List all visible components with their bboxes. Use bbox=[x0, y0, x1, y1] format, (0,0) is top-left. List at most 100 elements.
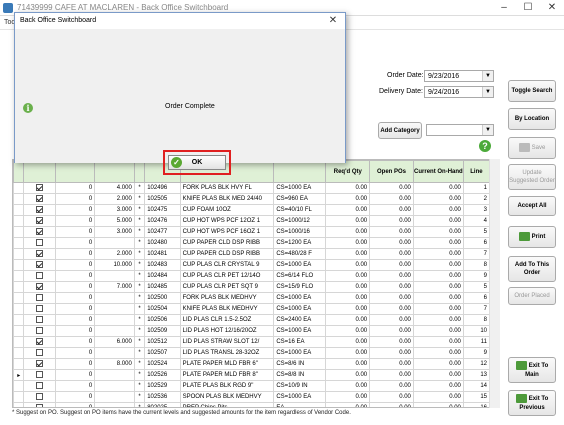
cell-req[interactable]: 0.00 bbox=[325, 336, 371, 348]
row-checkbox[interactable] bbox=[36, 217, 44, 225]
cell-qty[interactable] bbox=[94, 369, 135, 381]
cell-line[interactable]: 15 bbox=[462, 391, 491, 403]
cell-qty[interactable] bbox=[94, 303, 135, 315]
cell-desc[interactable]: LID PLAS CLR 1.5-2.5OZ bbox=[179, 314, 275, 326]
cell-line[interactable]: 12 bbox=[462, 358, 491, 370]
cell-line[interactable]: 6 bbox=[462, 237, 491, 249]
cell-star[interactable]: * bbox=[133, 193, 146, 205]
cell-open[interactable]: 0.00 bbox=[369, 248, 414, 260]
chevron-down-icon[interactable]: ▼ bbox=[482, 71, 493, 81]
cell-open[interactable]: 0.00 bbox=[369, 325, 414, 337]
table-row[interactable]: 0 * 102506 LID PLAS CLR 1.5-2.5OZ CS=2400 EA… bbox=[13, 314, 491, 326]
row-checkbox[interactable] bbox=[36, 382, 44, 390]
cell-qty[interactable]: 7.000 bbox=[94, 281, 135, 293]
cell-a[interactable]: 0 bbox=[54, 325, 96, 337]
table-row[interactable]: 0 7.000 * 102485 CUP PLAS CLR PET SQT 9 CS=15… bbox=[13, 281, 491, 293]
cell-star[interactable]: * bbox=[133, 237, 146, 249]
cell-code[interactable]: 102504 bbox=[144, 303, 181, 315]
cell-qty[interactable] bbox=[94, 270, 135, 282]
grid-scrollbar[interactable] bbox=[489, 159, 500, 408]
grid-header-2[interactable] bbox=[54, 160, 96, 183]
cell-line[interactable]: 16 bbox=[462, 402, 491, 407]
cell-req[interactable]: 0.00 bbox=[325, 314, 371, 326]
cell-cb[interactable] bbox=[23, 237, 56, 249]
cell-open[interactable]: 0.00 bbox=[369, 336, 414, 348]
cell-open[interactable]: 0.00 bbox=[369, 380, 414, 392]
cell-line[interactable]: 6 bbox=[462, 292, 491, 304]
cell-req[interactable]: 0.00 bbox=[325, 347, 371, 359]
accept-all-button[interactable]: Accept All bbox=[508, 196, 556, 216]
cell-line[interactable]: 14 bbox=[462, 380, 491, 392]
cell-qty[interactable]: 5.000 bbox=[94, 215, 135, 227]
table-row[interactable]: 0 3.000 * 102475 CUP FOAM 10OZ CS=40/10 FL 0.0… bbox=[13, 204, 491, 216]
cell-open[interactable]: 0.00 bbox=[369, 226, 414, 238]
cell-onhand[interactable]: 0.00 bbox=[412, 347, 464, 359]
cell-open[interactable]: 0.00 bbox=[369, 292, 414, 304]
grid-header-8[interactable]: Req'd Qty bbox=[325, 160, 371, 183]
cell-qty[interactable]: 8.000 bbox=[94, 358, 135, 370]
cell-cb[interactable] bbox=[23, 336, 56, 348]
cell-desc[interactable]: LID PLAS HOT 12/16/20OZ bbox=[179, 325, 275, 337]
cell-a[interactable]: 0 bbox=[54, 380, 96, 392]
cell-pack[interactable]: CS=1000 EA bbox=[273, 259, 327, 271]
cell-req[interactable]: 0.00 bbox=[325, 281, 371, 293]
cell-onhand[interactable]: 0.00 bbox=[412, 402, 464, 407]
cell-desc[interactable]: CUP PAPER CLD DSP RIBB bbox=[179, 237, 275, 249]
cell-star[interactable]: * bbox=[133, 380, 146, 392]
cell-open[interactable]: 0.00 bbox=[369, 182, 414, 194]
row-checkbox[interactable] bbox=[36, 195, 44, 203]
cell-qty[interactable] bbox=[94, 325, 135, 337]
cell-line[interactable]: 13 bbox=[462, 369, 491, 381]
cell-line[interactable]: 5 bbox=[462, 226, 491, 238]
cell-open[interactable]: 0.00 bbox=[369, 402, 414, 407]
ok-button[interactable]: ✓ OK bbox=[168, 155, 226, 170]
row-checkbox[interactable] bbox=[36, 206, 44, 214]
grid-header-10[interactable]: Current On-Hand bbox=[412, 160, 464, 183]
cell-line[interactable]: 8 bbox=[462, 259, 491, 271]
cell-cb[interactable] bbox=[23, 204, 56, 216]
cell-code[interactable]: 102526 bbox=[144, 369, 181, 381]
cell-a[interactable]: 0 bbox=[54, 281, 96, 293]
cell-onhand[interactable]: 0.00 bbox=[412, 259, 464, 271]
cell-a[interactable]: 0 bbox=[54, 391, 96, 403]
cell-req[interactable]: 0.00 bbox=[325, 237, 371, 249]
cell-open[interactable]: 0.00 bbox=[369, 347, 414, 359]
cell-line[interactable]: 3 bbox=[462, 204, 491, 216]
order-date-field[interactable]: 9/23/2016 ▼ bbox=[424, 70, 494, 82]
cell-star[interactable]: * bbox=[133, 347, 146, 359]
cell-req[interactable]: 0.00 bbox=[325, 391, 371, 403]
cell-cb[interactable] bbox=[23, 369, 56, 381]
row-checkbox[interactable] bbox=[36, 327, 44, 335]
cell-pack[interactable]: CS=2400 EA bbox=[273, 314, 327, 326]
cell-qty[interactable] bbox=[94, 347, 135, 359]
table-row[interactable]: 0 8.000 * 102524 PLATE PAPER MLD FBR 6" CS=8/… bbox=[13, 358, 491, 370]
cell-desc[interactable]: PLATE PAPER MLD FBR 8" bbox=[179, 369, 275, 381]
cell-code[interactable]: 102506 bbox=[144, 314, 181, 326]
cell-desc[interactable]: CUP PLAS CLR PET SQT 9 bbox=[179, 281, 275, 293]
cell-cb[interactable] bbox=[23, 358, 56, 370]
cell-star[interactable]: * bbox=[133, 248, 146, 260]
cell-code[interactable]: 102485 bbox=[144, 281, 181, 293]
row-checkbox[interactable] bbox=[36, 239, 44, 247]
cell-cb[interactable] bbox=[23, 402, 56, 407]
cell-pack[interactable]: CS=1000/16 bbox=[273, 226, 327, 238]
cell-onhand[interactable]: 0.00 bbox=[412, 358, 464, 370]
table-row[interactable]: 0 * 102507 LID PLAS TRANSL 28-32OZ CS=1000 E… bbox=[13, 347, 491, 359]
cell-qty[interactable] bbox=[94, 314, 135, 326]
cell-code[interactable]: 102481 bbox=[144, 248, 181, 260]
row-checkbox[interactable] bbox=[36, 250, 44, 258]
cell-line[interactable]: 8 bbox=[462, 314, 491, 326]
cell-star[interactable]: * bbox=[133, 391, 146, 403]
cell-star[interactable]: * bbox=[133, 336, 146, 348]
cell-desc[interactable]: KNIFE PLAS BLK MEDHVY bbox=[179, 303, 275, 315]
cell-cb[interactable] bbox=[23, 193, 56, 205]
cell-line[interactable]: 9 bbox=[462, 347, 491, 359]
cell-open[interactable]: 0.00 bbox=[369, 259, 414, 271]
cell-star[interactable]: * bbox=[133, 358, 146, 370]
cell-onhand[interactable]: 0.00 bbox=[412, 380, 464, 392]
cell-pack[interactable]: CS=1000 EA bbox=[273, 391, 327, 403]
cell-onhand[interactable]: 0.00 bbox=[412, 314, 464, 326]
cell-open[interactable]: 0.00 bbox=[369, 237, 414, 249]
cell-qty[interactable]: 6.000 bbox=[94, 336, 135, 348]
print-button[interactable]: Print bbox=[508, 226, 556, 248]
